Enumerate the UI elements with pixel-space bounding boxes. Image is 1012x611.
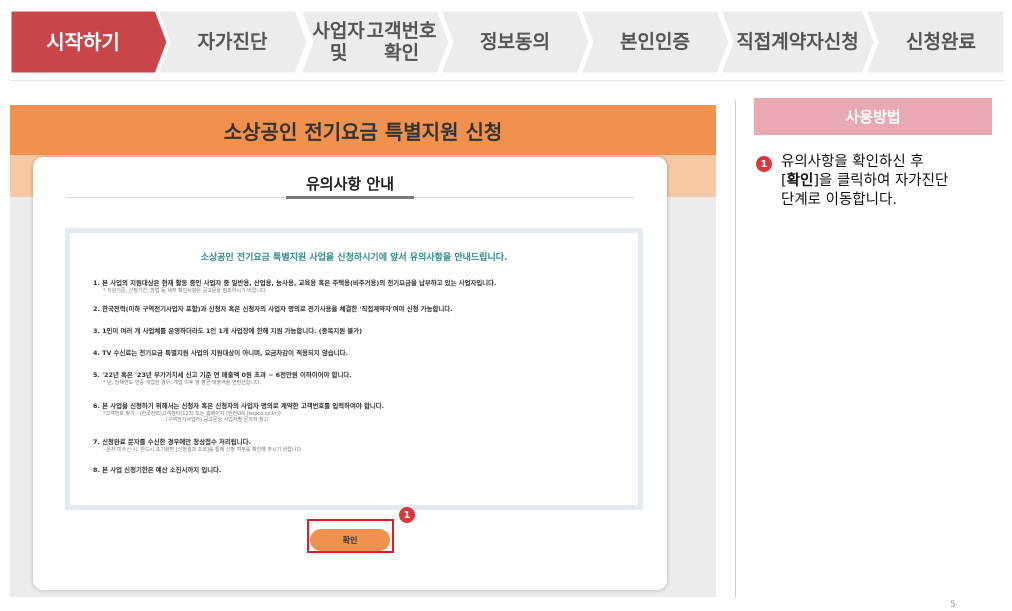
notice-item-1: 1. 본 사업의 지원대상은 현재 활동 중인 사업자 중 일반용, 산업용, … (93, 279, 497, 287)
step-4: 정보동의 (452, 10, 578, 74)
notice-item-6: 6. 본 사업을 신청하기 위해서는 신청자 혹은 신청자의 사업자 명의로 계… (93, 402, 385, 410)
step-3: 사업자 및 고객번호확인 (312, 10, 438, 74)
progress-steps: 시작하기 자가진단 사업자 및 고객번호확인 정보동의 본인인증 직접계약자 신청 신청완료 (10, 10, 1005, 74)
usage-header: 사용방법 (754, 98, 992, 135)
notice-item-7: 7. 신청완료 문자를 수신한 경우에만 정상접수 처리됩니다. (93, 438, 251, 446)
usage-line-2: [확인]을 클릭하여 자가진단 (781, 173, 949, 189)
step-label-line: 사업자 및 (312, 20, 365, 64)
banner-title: 소상공인 전기요금 특별지원 신청 (223, 119, 503, 144)
page-banner: 소상공인 전기요금 특별지원 신청 (10, 105, 716, 155)
usage-line-3: 단계로 이동합니다. (781, 192, 897, 208)
notice-box: 소상공인 전기요금 특별지원 사업을 신청하시기에 앞서 유의사항을 안내드립니… (65, 228, 643, 510)
card-title: 유의사항 안내 (305, 175, 395, 193)
notice-item-8: 8. 본 사업 신청기한은 예산 소진시까지 입니다. (93, 466, 222, 474)
notice-item-5: 5. '22년 혹은 '23년 부가가치세 신고 기준 연 매출액 0원 초과 … (93, 371, 352, 379)
step-5: 본인인증 (592, 10, 718, 74)
usage-line-1: 유의사항을 확인하신 후 (781, 154, 924, 170)
confirm-button[interactable]: 확인 (310, 529, 390, 551)
steps-underline (10, 80, 1005, 81)
step-6: 직접계약자 신청 (732, 10, 863, 74)
notice-item-6-note: (구역전기사업자) 공고문상 사업자별 문의처 참고 (166, 417, 269, 423)
step-7: 신청완료 (877, 10, 1005, 74)
step-label-line: 정보동의 (480, 31, 550, 53)
usage-confirm-word: 확인 (786, 173, 814, 189)
step-label-line: 직접계약자 (736, 31, 824, 53)
step-label-line: 고객번호확인 (366, 20, 437, 64)
step-label-line: 자가진단 (197, 31, 268, 53)
notice-heading: 소상공인 전기요금 특별지원 사업을 신청하시기에 앞서 유의사항을 안내드립니… (200, 253, 508, 263)
step-2: 자가진단 (169, 10, 296, 74)
notice-item-1-note: * 지원기준, 신청기간, 방법 등 세부 확인사항은 공고문을 참조하시기 바… (103, 288, 268, 294)
usage-instructions: 유의사항을 확인하신 후 [확인]을 클릭하여 자가진단 단계로 이동합니다. (781, 153, 996, 210)
step-badge-1: 1 (399, 507, 415, 523)
step-1: 시작하기 (10, 10, 156, 74)
column-divider (735, 100, 736, 598)
notice-item-3: 3. 1인이 여러 개 사업체를 운영하더라도 1인 1개 사업장에 한해 지원… (93, 327, 363, 335)
step-label-line: 신청 (823, 31, 859, 53)
step-label-line: 본인인증 (620, 31, 690, 53)
usage-badge-1: 1 (756, 156, 772, 172)
card-title-underline (286, 196, 414, 199)
notice-item-2: 2. 한국전력(이하 구역전기사업자 포함)과 신청자 혹은 신청자의 사업자 … (93, 305, 453, 313)
notice-item-5-note: * 단, 당해연도 연중 개업한 경우, 개업 이후 월 평균 매출액을 연환산… (103, 380, 262, 386)
notice-item-7-note: - 문자 미수신 시, 반드시 초기화면 [신청결과 조회]를 통해 신청 여부… (103, 447, 303, 453)
notice-card: 유의사항 안내 소상공인 전기요금 특별지원 사업을 신청하시기에 앞서 유의사… (33, 157, 667, 590)
step-label-line: 신청완료 (906, 31, 976, 53)
page-number: 5 (950, 600, 956, 610)
step-label-line: 시작하기 (46, 30, 120, 54)
notice-item-4: 4. TV 수신료는 전기요금 특별지원 사업의 지원대상이 아니며, 요금차감… (93, 349, 348, 357)
